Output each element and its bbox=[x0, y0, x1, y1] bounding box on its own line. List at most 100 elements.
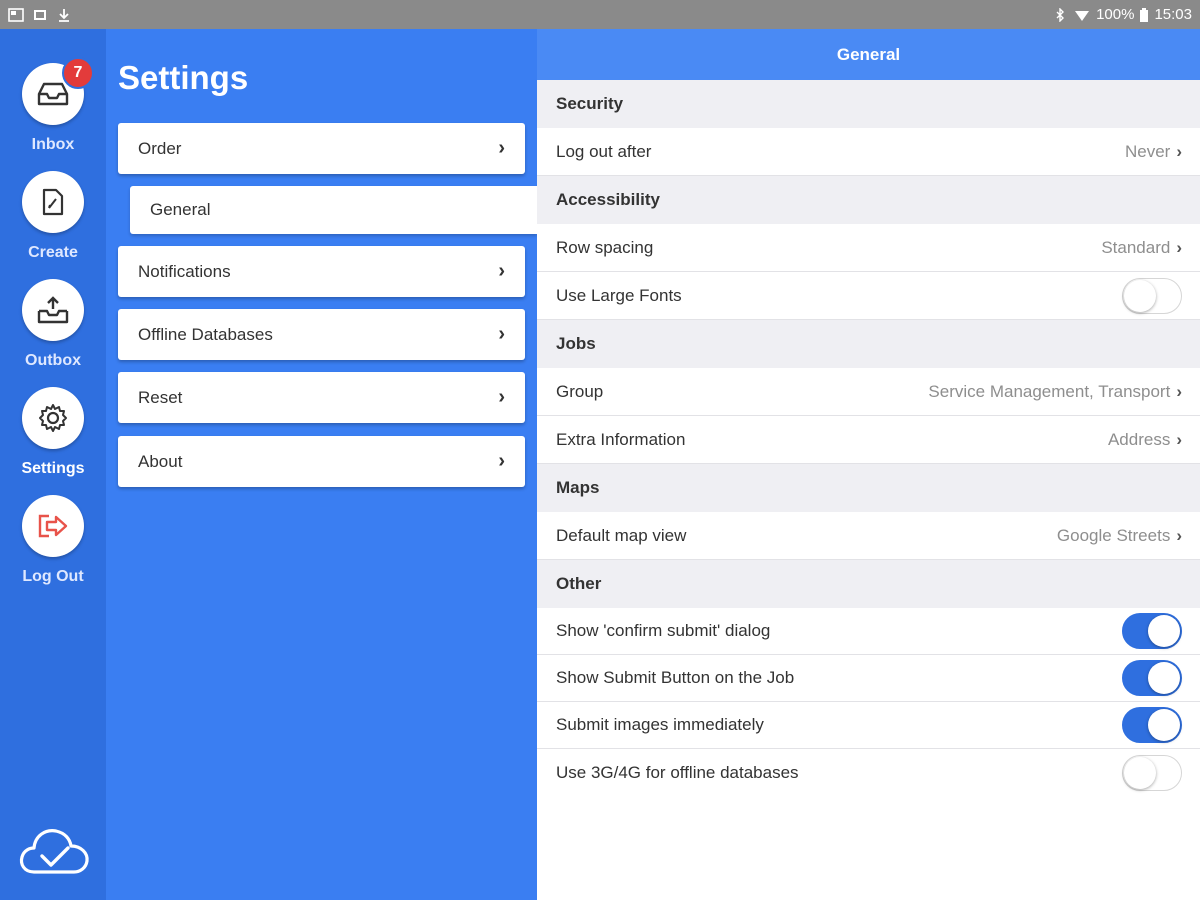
status-bar: 100% 15:03 bbox=[0, 0, 1200, 29]
row-show-submit-button: Show Submit Button on the Job bbox=[537, 655, 1200, 702]
menu-item-label: Reset bbox=[138, 387, 183, 407]
menu-item-about[interactable]: About › bbox=[118, 436, 525, 487]
row-label: Group bbox=[556, 381, 604, 401]
chevron-right-icon: › bbox=[498, 386, 505, 408]
rail-item-outbox[interactable]: Outbox bbox=[0, 279, 106, 370]
logout-icon bbox=[38, 514, 68, 538]
row-use-large-fonts: Use Large Fonts bbox=[537, 272, 1200, 320]
clock: 15:03 bbox=[1154, 6, 1192, 23]
toggle-knob bbox=[1148, 662, 1180, 694]
confirm-submit-toggle[interactable] bbox=[1122, 613, 1182, 649]
row-extra-information[interactable]: Extra Information Address › bbox=[537, 416, 1200, 464]
rail-label-outbox: Outbox bbox=[25, 352, 81, 369]
menu-item-general[interactable]: General bbox=[130, 186, 537, 234]
row-log-out-after[interactable]: Log out after Never › bbox=[537, 128, 1200, 176]
rail-item-settings[interactable]: Settings bbox=[0, 387, 106, 478]
submit-images-toggle[interactable] bbox=[1122, 707, 1182, 743]
general-settings-panel: General Security Log out after Never › Ac… bbox=[537, 29, 1200, 900]
chevron-right-icon: › bbox=[1176, 429, 1182, 449]
settings-button[interactable] bbox=[22, 387, 84, 449]
menu-item-label: Notifications bbox=[138, 261, 231, 281]
toggle-knob bbox=[1124, 279, 1156, 312]
rail-label-logout: Log Out bbox=[22, 568, 84, 585]
menu-item-notifications[interactable]: Notifications › bbox=[118, 246, 525, 297]
row-label: Use Large Fonts bbox=[556, 285, 682, 305]
row-value: Service Management, Transport › bbox=[928, 381, 1182, 401]
status-icons-right: 100% 15:03 bbox=[1052, 6, 1192, 23]
outbox-button[interactable] bbox=[22, 279, 84, 341]
menu-item-label: Order bbox=[138, 138, 182, 158]
menu-item-offline-databases[interactable]: Offline Databases › bbox=[118, 309, 525, 360]
menu-item-label: About bbox=[138, 451, 183, 471]
menu-item-order[interactable]: Order › bbox=[118, 123, 525, 174]
create-button[interactable] bbox=[22, 171, 84, 233]
row-confirm-submit-dialog: Show 'confirm submit' dialog bbox=[537, 608, 1200, 655]
row-label: Use 3G/4G for offline databases bbox=[556, 762, 799, 782]
section-other: Other bbox=[537, 560, 1200, 608]
chevron-right-icon: › bbox=[1176, 237, 1182, 257]
row-group[interactable]: Group Service Management, Transport › bbox=[537, 368, 1200, 416]
toggle-knob bbox=[1124, 756, 1156, 789]
chevron-right-icon: › bbox=[1176, 525, 1182, 545]
gear-icon bbox=[39, 404, 67, 432]
sim-icon bbox=[34, 9, 46, 20]
chevron-right-icon: › bbox=[1176, 381, 1182, 401]
create-icon bbox=[42, 188, 64, 216]
outbox-icon bbox=[37, 296, 69, 324]
rail-item-logout[interactable]: Log Out bbox=[0, 495, 106, 586]
row-label: Show Submit Button on the Job bbox=[556, 668, 795, 687]
bluetooth-icon bbox=[1056, 7, 1065, 22]
wifi-icon bbox=[1075, 10, 1090, 21]
chevron-right-icon: › bbox=[1176, 141, 1182, 161]
nav-rail: 7 Inbox Create Outbox Settings Log Out bbox=[0, 29, 106, 900]
section-jobs: Jobs bbox=[537, 320, 1200, 368]
row-submit-images: Submit images immediately bbox=[537, 702, 1200, 749]
status-icons-left bbox=[8, 7, 72, 22]
chevron-right-icon: › bbox=[498, 450, 505, 472]
row-label: Default map view bbox=[556, 525, 687, 545]
rail-item-create[interactable]: Create bbox=[0, 171, 106, 262]
menu-title: Settings bbox=[118, 59, 249, 96]
row-label: Extra Information bbox=[556, 429, 686, 449]
row-use-3g-4g: Use 3G/4G for offline databases bbox=[537, 749, 1200, 796]
chevron-right-icon: › bbox=[498, 137, 505, 159]
row-value: Standard › bbox=[1101, 237, 1182, 257]
section-maps: Maps bbox=[537, 464, 1200, 512]
row-row-spacing[interactable]: Row spacing Standard › bbox=[537, 224, 1200, 272]
row-value: Address › bbox=[1107, 429, 1182, 449]
row-value: Never › bbox=[1124, 141, 1182, 161]
row-label: Log out after bbox=[556, 141, 652, 161]
menu-item-label: Offline Databases bbox=[138, 324, 273, 344]
battery-percent: 100% bbox=[1096, 6, 1135, 23]
menu-item-reset[interactable]: Reset › bbox=[118, 372, 525, 423]
chevron-right-icon: › bbox=[498, 323, 505, 345]
section-accessibility: Accessibility bbox=[537, 176, 1200, 224]
section-security: Security bbox=[537, 80, 1200, 128]
row-label: Row spacing bbox=[556, 237, 654, 257]
row-default-map-view[interactable]: Default map view Google Streets › bbox=[537, 512, 1200, 560]
battery-icon bbox=[1140, 7, 1149, 22]
cloud-check-icon bbox=[19, 829, 89, 874]
panel-title: General bbox=[537, 29, 1200, 80]
large-fonts-toggle[interactable] bbox=[1122, 277, 1182, 314]
row-value: Google Streets › bbox=[1056, 525, 1182, 545]
inbox-icon bbox=[37, 82, 69, 106]
menu-item-label: General bbox=[150, 200, 211, 219]
download-icon bbox=[59, 8, 69, 22]
inbox-badge: 7 bbox=[62, 57, 94, 89]
gallery-icon bbox=[8, 7, 24, 22]
rail-label-inbox: Inbox bbox=[31, 136, 75, 153]
logout-button[interactable] bbox=[22, 495, 84, 557]
mobile-data-toggle[interactable] bbox=[1122, 754, 1182, 791]
submit-button-toggle[interactable] bbox=[1122, 660, 1182, 696]
row-label: Show 'confirm submit' dialog bbox=[556, 621, 771, 640]
row-label: Submit images immediately bbox=[556, 715, 764, 734]
chevron-right-icon: › bbox=[498, 260, 505, 282]
rail-item-inbox[interactable]: 7 Inbox bbox=[0, 57, 106, 154]
toggle-knob bbox=[1148, 709, 1180, 741]
rail-label-create: Create bbox=[28, 244, 78, 261]
inbox-button[interactable]: 7 bbox=[22, 57, 94, 125]
rail-label-settings: Settings bbox=[21, 460, 85, 477]
settings-menu: Settings Order › General Notifications ›… bbox=[106, 29, 537, 900]
toggle-knob bbox=[1148, 615, 1180, 647]
